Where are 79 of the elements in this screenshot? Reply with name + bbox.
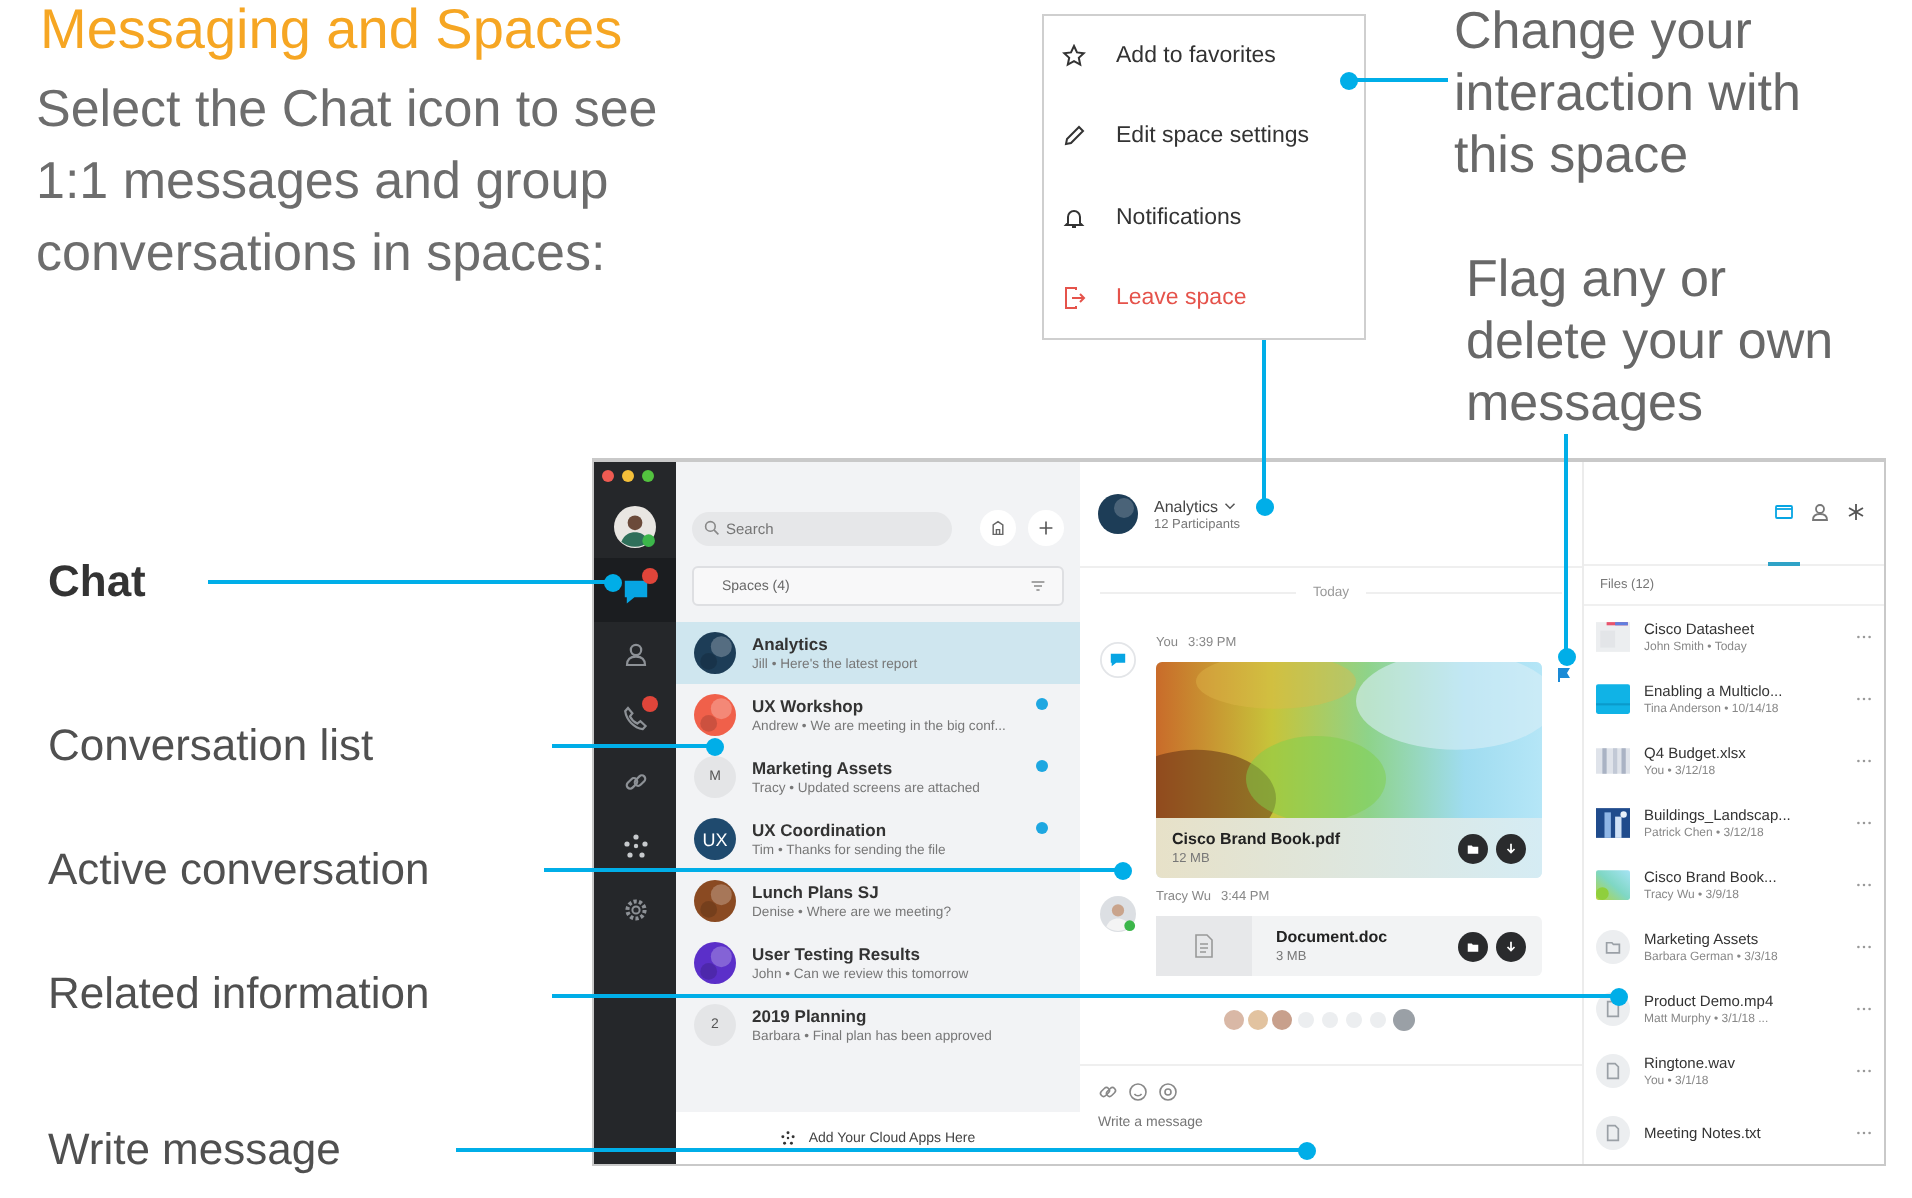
folder-icon	[1466, 939, 1480, 953]
menu-item[interactable]: Notifications	[1044, 195, 1364, 240]
filter-icon	[1030, 578, 1046, 594]
more-icon[interactable]	[1856, 634, 1872, 640]
file-name: Cisco Brand Book.pdf	[1172, 830, 1343, 848]
menu-item[interactable]: Edit space settings	[1044, 114, 1364, 159]
more-icon[interactable]	[1856, 944, 1872, 950]
download-icon	[1504, 939, 1518, 953]
share-button[interactable]	[1458, 833, 1488, 863]
chat-icon	[621, 576, 649, 604]
attachment-icon[interactable]	[1098, 1082, 1118, 1102]
apps-icon	[621, 832, 649, 860]
callout-label: Chat	[48, 556, 146, 608]
plus-icon	[1038, 520, 1054, 536]
search-icon	[704, 520, 720, 536]
sidebar-item[interactable]	[594, 558, 676, 622]
document-icon	[1194, 934, 1214, 958]
apps-icon	[780, 1130, 797, 1146]
space-name: User Testing Results	[752, 944, 922, 964]
callout-label: Active conversation	[48, 844, 430, 896]
folder-icon	[1596, 930, 1630, 964]
space-avatar	[1098, 494, 1138, 534]
flag-icon[interactable]	[1555, 666, 1571, 682]
spreadsheet-thumbnail	[1596, 744, 1630, 778]
space-name: 2019 Planning	[752, 1006, 869, 1026]
space-name: UX Coordination	[752, 820, 889, 840]
space-name: Marketing Assets	[752, 758, 895, 778]
space-name: Lunch Plans SJ	[752, 882, 881, 902]
avatar	[614, 505, 656, 547]
intro-text: Select the Chat icon to see 1:1 messages and group conversations in spaces:	[36, 76, 660, 286]
avatar	[1100, 896, 1136, 932]
download-icon	[1504, 841, 1518, 855]
folder-icon	[1774, 501, 1794, 521]
more-icon[interactable]	[1856, 1068, 1872, 1074]
mention-icon[interactable]	[1158, 1082, 1178, 1102]
more-icon[interactable]	[1856, 882, 1872, 888]
callout-label: Write message	[48, 1124, 341, 1176]
window-controls[interactable]	[600, 468, 660, 484]
download-button[interactable]	[1496, 833, 1526, 863]
chat-icon	[1100, 642, 1136, 678]
menu-item[interactable]: Add to favorites	[1044, 34, 1364, 79]
more-icon[interactable]	[1856, 758, 1872, 764]
callout-text: Flag any or delete your own messages	[1466, 248, 1836, 434]
new-space-button[interactable]	[980, 510, 1016, 546]
chevron-icon	[1224, 502, 1237, 510]
exit-icon	[1062, 285, 1086, 310]
callout-label: Conversation list	[48, 720, 374, 772]
bell-icon	[1062, 205, 1086, 230]
callout-text: Change your interaction with this space	[1454, 0, 1803, 186]
space-title[interactable]: Analytics	[1154, 497, 1240, 515]
file-icon	[1596, 1116, 1630, 1150]
share-button[interactable]	[1458, 931, 1488, 961]
more-icon[interactable]	[1856, 696, 1872, 702]
folder-icon	[1466, 841, 1480, 855]
space-name: Analytics	[752, 634, 830, 654]
star-icon	[1062, 44, 1086, 69]
link-icon	[621, 768, 649, 796]
emoji-icon[interactable]	[1128, 1082, 1148, 1102]
file-name: Document.doc	[1276, 928, 1390, 946]
menu-item[interactable]: Leave space	[1044, 275, 1364, 320]
space-name: UX Workshop	[752, 696, 866, 716]
phone-icon	[621, 704, 649, 732]
more-icon[interactable]	[1856, 1130, 1872, 1136]
person-icon	[1810, 501, 1830, 521]
page-title: Messaging and Spaces	[40, 0, 623, 62]
more-icon[interactable]	[1856, 820, 1872, 826]
gear-icon	[621, 896, 649, 924]
document-thumbnail	[1596, 682, 1630, 716]
callout-label: Related information	[48, 968, 430, 1020]
space-avatar: UX	[694, 818, 736, 860]
building-icon	[990, 520, 1006, 536]
apps-icon	[1846, 501, 1866, 521]
more-icon[interactable]	[1856, 1006, 1872, 1012]
file-icon	[1596, 1054, 1630, 1088]
download-button[interactable]	[1496, 931, 1526, 961]
person-icon	[621, 640, 649, 668]
document-thumbnail	[1596, 620, 1630, 654]
pencil-icon	[1062, 124, 1086, 149]
add-button[interactable]	[1028, 510, 1064, 546]
